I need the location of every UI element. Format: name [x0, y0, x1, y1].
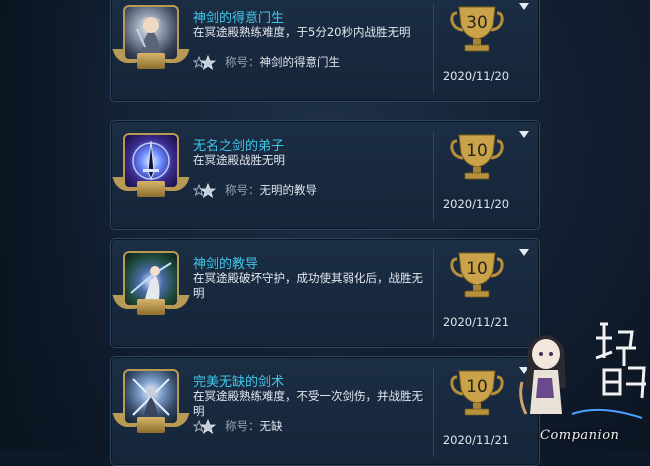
chibi-character-logo-icon	[519, 322, 646, 419]
achievement-card[interactable]: 无名之剑的弟子 在冥途殿战胜无明 称号： 无明的教导 10 2020/11/20	[110, 120, 540, 230]
star-rank-icon	[192, 418, 217, 434]
achievement-description: 在冥途殿熟练难度，不受一次剑伤，并战胜无明	[193, 389, 423, 418]
achievement-badge	[112, 133, 190, 197]
reward-value: 无明的教导	[259, 183, 318, 197]
achievement-card[interactable]: 神剑的得意门生 在冥途殿熟练难度，于5分20秒内战胜无明 称号： 神剑的得意门生…	[110, 0, 540, 102]
achievement-card[interactable]: 神剑的教导 在冥途殿破坏守护，成功使其弱化后，战胜无明 10 2020/11/2…	[110, 238, 540, 348]
expand-caret-icon[interactable]	[519, 3, 529, 10]
achievement-badge	[112, 251, 190, 315]
reward-label: 称号：	[225, 419, 260, 433]
trophy-icon: 10	[449, 367, 505, 419]
reward-value: 无缺	[259, 419, 283, 433]
achievement-description: 在冥途殿破坏守护，成功使其弱化后，战胜无明	[193, 271, 423, 300]
achievement-title: 无名之剑的弟子	[193, 139, 285, 154]
achievement-title: 完美无缺的剑术	[193, 375, 285, 390]
achievement-date: 2020/11/21	[442, 315, 510, 329]
companion-watermark: Companion	[512, 318, 650, 450]
achievement-title: 神剑的教导	[193, 257, 259, 272]
reward-row: 称号： 神剑的得意门生	[192, 53, 341, 71]
badge-ribbon	[137, 299, 165, 315]
watermark-text: Companion	[540, 428, 620, 443]
expand-caret-icon[interactable]	[519, 131, 529, 138]
reward-label: 称号：	[225, 55, 260, 69]
expand-caret-icon[interactable]	[519, 249, 529, 256]
trophy-icon: 10	[449, 131, 505, 183]
achievement-badge	[112, 5, 190, 69]
trophy-icon: 30	[449, 3, 505, 55]
reward-row: 称号： 无缺	[192, 417, 283, 435]
achievement-description: 在冥途殿战胜无明	[193, 153, 285, 167]
reward-row: 称号： 无明的教导	[192, 181, 318, 199]
achievement-list[interactable]: 神剑的得意门生 在冥途殿熟练难度，于5分20秒内战胜无明 称号： 神剑的得意门生…	[110, 0, 540, 466]
trophy-value: 10	[466, 259, 488, 279]
achievement-date: 2020/11/20	[442, 69, 510, 83]
trophy-value: 30	[466, 13, 488, 33]
reward-label: 称号：	[225, 183, 260, 197]
trophy-icon: 10	[449, 249, 505, 301]
achievement-title: 神剑的得意门生	[193, 11, 285, 26]
reward-value: 神剑的得意门生	[259, 55, 341, 69]
achievement-badge	[112, 369, 190, 433]
achievement-date: 2020/11/20	[442, 197, 510, 211]
badge-ribbon	[137, 53, 165, 69]
trophy-value: 10	[466, 141, 488, 161]
trophy-value: 10	[466, 377, 488, 397]
badge-ribbon	[137, 417, 165, 433]
achievement-description: 在冥途殿熟练难度，于5分20秒内战胜无明	[193, 25, 411, 39]
achievement-date: 2020/11/21	[442, 433, 510, 447]
background-left-shade	[0, 0, 108, 450]
badge-ribbon	[137, 181, 165, 197]
star-rank-icon	[192, 54, 217, 70]
star-rank-icon	[192, 182, 217, 198]
